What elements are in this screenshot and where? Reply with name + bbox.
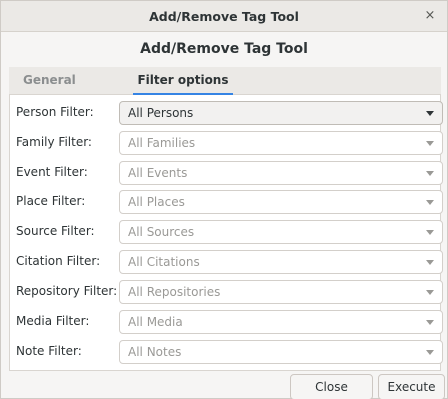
chevron-down-icon bbox=[426, 290, 434, 295]
dialog-window: Add/Remove Tag Tool × Add/Remove Tag Too… bbox=[0, 0, 448, 399]
chevron-down-icon bbox=[426, 171, 434, 176]
place-filter-select[interactable]: All Places bbox=[119, 190, 443, 214]
source-filter-value: All Sources bbox=[128, 225, 195, 239]
family-filter-select[interactable]: All Families bbox=[119, 131, 443, 155]
source-filter-label: Source Filter: bbox=[16, 224, 95, 238]
chevron-down-icon bbox=[426, 111, 434, 116]
person-filter-value: All Persons bbox=[128, 106, 194, 120]
dialog-heading: Add/Remove Tag Tool bbox=[140, 41, 308, 57]
event-filter-select[interactable]: All Events bbox=[119, 161, 443, 185]
close-icon[interactable]: × bbox=[421, 7, 439, 25]
citation-filter-select[interactable]: All Citations bbox=[119, 250, 443, 274]
family-filter-label: Family Filter: bbox=[16, 135, 92, 149]
tab-general-options[interactable]: General options bbox=[23, 67, 121, 113]
chevron-down-icon bbox=[426, 320, 434, 325]
repository-filter-label: Repository Filter: bbox=[16, 284, 118, 298]
person-filter-select[interactable]: All Persons bbox=[119, 101, 443, 125]
media-filter-value: All Media bbox=[128, 315, 183, 329]
place-filter-row: Place Filter: All Places bbox=[10, 187, 443, 216]
note-filter-value: All Notes bbox=[128, 345, 182, 359]
chevron-down-icon bbox=[426, 350, 434, 355]
note-filter-select[interactable]: All Notes bbox=[119, 340, 443, 364]
event-filter-row: Event Filter: All Events bbox=[10, 158, 443, 187]
window-title: Add/Remove Tag Tool bbox=[149, 9, 299, 24]
title-bar: Add/Remove Tag Tool × bbox=[1, 1, 447, 32]
chevron-down-icon bbox=[426, 200, 434, 205]
person-filter-label: Person Filter: bbox=[16, 105, 94, 119]
execute-button[interactable]: Execute bbox=[378, 374, 445, 399]
chevron-down-icon bbox=[426, 141, 434, 146]
place-filter-label: Place Filter: bbox=[16, 194, 86, 208]
place-filter-value: All Places bbox=[128, 195, 185, 209]
chevron-down-icon bbox=[426, 230, 434, 235]
media-filter-row: Media Filter: All Media bbox=[10, 307, 443, 336]
media-filter-label: Media Filter: bbox=[16, 314, 90, 328]
tab-bar: General options Filter options bbox=[9, 67, 441, 113]
source-filter-row: Source Filter: All Sources bbox=[10, 217, 443, 246]
media-filter-select[interactable]: All Media bbox=[119, 310, 443, 334]
citation-filter-value: All Citations bbox=[128, 255, 200, 269]
event-filter-value: All Events bbox=[128, 166, 188, 180]
family-filter-row: Family Filter: All Families bbox=[10, 128, 443, 157]
note-filter-label: Note Filter: bbox=[16, 344, 82, 358]
event-filter-label: Event Filter: bbox=[16, 165, 88, 179]
chevron-down-icon bbox=[426, 260, 434, 265]
repository-filter-value: All Repositories bbox=[128, 285, 221, 299]
person-filter-row: Person Filter: All Persons bbox=[10, 98, 443, 127]
repository-filter-row: Repository Filter: All Repositories bbox=[10, 277, 443, 306]
family-filter-value: All Families bbox=[128, 136, 196, 150]
tab-filter-options[interactable]: Filter options bbox=[133, 67, 233, 95]
close-button[interactable]: Close bbox=[290, 374, 373, 399]
citation-filter-label: Citation Filter: bbox=[16, 254, 101, 268]
repository-filter-select[interactable]: All Repositories bbox=[119, 280, 443, 304]
source-filter-select[interactable]: All Sources bbox=[119, 220, 443, 244]
note-filter-row: Note Filter: All Notes bbox=[10, 337, 443, 366]
filter-options-panel: Person Filter: All Persons Family Filter… bbox=[9, 95, 443, 371]
citation-filter-row: Citation Filter: All Citations bbox=[10, 247, 443, 276]
